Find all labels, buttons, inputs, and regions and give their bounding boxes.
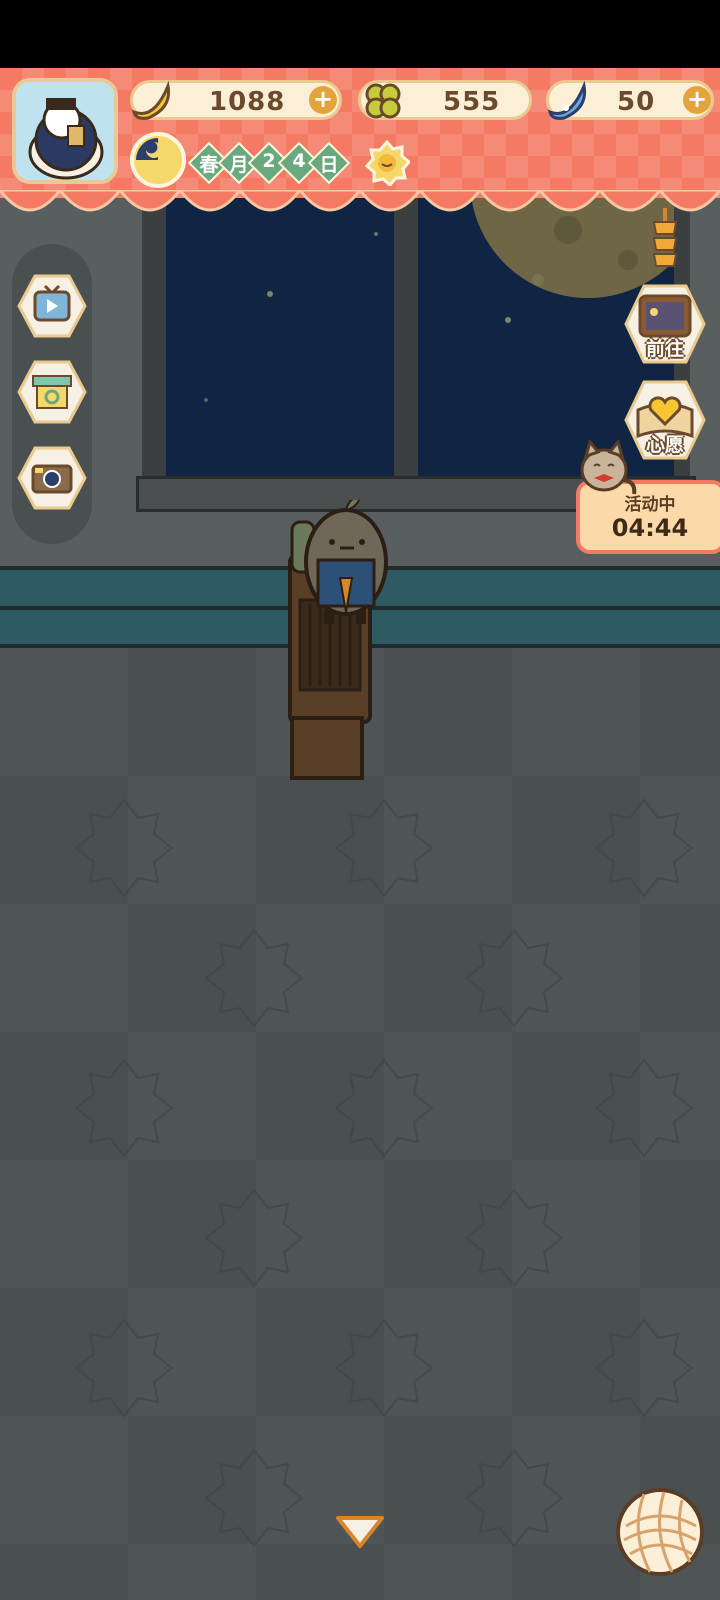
day-label: 日 bbox=[319, 154, 339, 176]
add-blue-banana-button[interactable]: + bbox=[683, 86, 711, 114]
banana-icon bbox=[131, 80, 171, 120]
left-tool-panel bbox=[12, 244, 92, 544]
event-countdown: 04:44 bbox=[611, 514, 689, 542]
yarn-ball-icon[interactable] bbox=[614, 1486, 706, 1578]
moon-night-icon[interactable] bbox=[128, 130, 188, 190]
blue-banana-amount: 50 bbox=[617, 87, 656, 117]
camera-icon[interactable] bbox=[17, 446, 87, 510]
player-avatar[interactable] bbox=[12, 78, 118, 184]
floor-pattern bbox=[74, 798, 694, 1548]
clover-amount: 555 bbox=[443, 87, 501, 117]
status-bar bbox=[0, 0, 720, 68]
blue-banana-icon bbox=[547, 80, 587, 120]
window-pane-left bbox=[166, 190, 394, 480]
hanging-lantern-icon bbox=[652, 208, 678, 267]
floor bbox=[0, 648, 720, 1600]
event-cat-icon bbox=[580, 440, 637, 495]
cat-avatar-icon bbox=[16, 82, 114, 180]
shop-stall-icon[interactable] bbox=[17, 360, 87, 424]
character-at-podium[interactable] bbox=[284, 500, 404, 782]
night-window bbox=[142, 180, 690, 480]
chevron-down-icon[interactable] bbox=[334, 1512, 386, 1552]
date-display: 春 月 2 4 日 bbox=[187, 141, 351, 185]
banana-amount: 1088 bbox=[209, 87, 286, 117]
banner-scallop-edge bbox=[0, 190, 720, 212]
clover-icon bbox=[365, 83, 401, 119]
sun-icon[interactable] bbox=[364, 140, 410, 186]
tv-play-icon[interactable] bbox=[17, 274, 87, 338]
add-banana-button[interactable]: + bbox=[309, 86, 337, 114]
stars bbox=[204, 232, 378, 402]
go-label[interactable]: 前往 bbox=[624, 334, 706, 361]
